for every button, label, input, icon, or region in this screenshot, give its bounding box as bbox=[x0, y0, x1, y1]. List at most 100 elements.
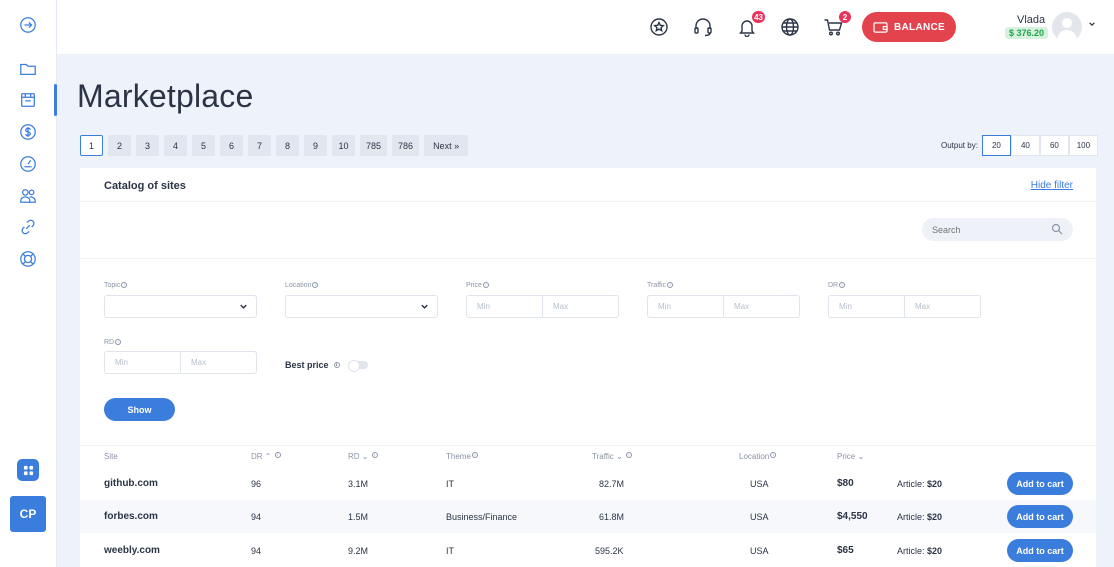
location-select[interactable] bbox=[285, 295, 438, 318]
output-option-20[interactable]: 20 bbox=[981, 135, 1011, 156]
lifebuoy-icon[interactable] bbox=[17, 248, 39, 270]
page-button-10[interactable]: 10 bbox=[332, 135, 355, 156]
next-page-button[interactable]: Next » bbox=[424, 135, 469, 156]
headset-icon[interactable] bbox=[691, 15, 715, 39]
page-button-785[interactable]: 785 bbox=[360, 135, 388, 156]
divider bbox=[80, 258, 1096, 259]
dr-max-input[interactable]: Max bbox=[904, 296, 980, 317]
dr-range: Min Max bbox=[828, 295, 981, 318]
top-header: 43 2 BALANCE Vlada $ 376.20 bbox=[57, 0, 1114, 54]
page-button-3[interactable]: 3 bbox=[136, 135, 159, 156]
bell-icon[interactable]: 43 bbox=[735, 11, 765, 39]
page-button-5[interactable]: 5 bbox=[192, 135, 215, 156]
page-button-9[interactable]: 9 bbox=[304, 135, 327, 156]
traffic-range: Min Max bbox=[647, 295, 800, 318]
cart-icon[interactable]: 2 bbox=[821, 11, 851, 39]
add-to-cart-button[interactable]: Add to cart bbox=[1007, 472, 1073, 495]
output-option-60[interactable]: 60 bbox=[1039, 135, 1069, 156]
location-label: Location i bbox=[285, 282, 319, 289]
globe-icon[interactable] bbox=[778, 15, 802, 39]
header-site[interactable]: Site bbox=[104, 452, 118, 461]
info-icon: i bbox=[667, 282, 674, 288]
header-dr[interactable]: DR ⌃ i bbox=[251, 452, 281, 461]
search-box bbox=[922, 218, 1073, 241]
gauge-icon[interactable] bbox=[17, 153, 39, 175]
article-cell: Article: $20 bbox=[897, 546, 943, 556]
site-cell[interactable]: github.com bbox=[104, 478, 158, 489]
traffic-label: Traffic i bbox=[647, 282, 674, 289]
pagination: 1 2 3 4 5 6 7 8 9 10 785 786 Next » bbox=[80, 135, 469, 156]
location-cell: USA bbox=[750, 512, 769, 522]
page-title: Marketplace bbox=[77, 78, 254, 114]
traffic-cell: 61.8M bbox=[599, 512, 625, 522]
cp-button[interactable]: CP bbox=[10, 496, 46, 532]
info-icon: i bbox=[839, 282, 846, 288]
header-location[interactable]: Location i bbox=[739, 452, 777, 461]
dr-cell: 96 bbox=[251, 479, 262, 489]
header-theme[interactable]: Theme i bbox=[446, 452, 478, 461]
table-row: weebly.com 94 9.2M IT 595.2K USA $65 Art… bbox=[80, 534, 1096, 567]
output-option-40[interactable]: 40 bbox=[1010, 135, 1040, 156]
rd-max-input[interactable]: Max bbox=[180, 352, 256, 373]
folder-icon[interactable] bbox=[17, 58, 39, 80]
dollar-icon[interactable] bbox=[17, 121, 39, 143]
price-max-input[interactable]: Max bbox=[542, 296, 618, 317]
info-icon: i bbox=[482, 282, 489, 288]
hide-filter-link[interactable]: Hide filter bbox=[1031, 180, 1073, 191]
page-button-1[interactable]: 1 bbox=[80, 135, 103, 156]
rd-cell: 1.5M bbox=[348, 512, 369, 522]
search-icon[interactable] bbox=[1051, 223, 1063, 235]
page-button-6[interactable]: 6 bbox=[220, 135, 243, 156]
collapse-arrow-icon[interactable] bbox=[17, 14, 39, 36]
location-cell: USA bbox=[750, 546, 769, 556]
add-to-cart-button[interactable]: Add to cart bbox=[1007, 505, 1073, 528]
link-icon[interactable] bbox=[17, 216, 39, 238]
balance-button[interactable]: BALANCE bbox=[862, 12, 956, 42]
star-chat-icon[interactable] bbox=[647, 15, 671, 39]
dr-cell: 94 bbox=[251, 512, 262, 522]
site-cell[interactable]: forbes.com bbox=[104, 511, 158, 522]
best-price-toggle[interactable] bbox=[347, 360, 368, 372]
avatar[interactable] bbox=[1052, 12, 1082, 42]
dr-min-input[interactable]: Min bbox=[829, 296, 904, 317]
dr-cell: 94 bbox=[251, 546, 262, 556]
traffic-min-input[interactable]: Min bbox=[648, 296, 723, 317]
info-icon: i bbox=[770, 452, 777, 458]
page-button-4[interactable]: 4 bbox=[164, 135, 187, 156]
wallet-icon bbox=[873, 21, 888, 33]
traffic-max-input[interactable]: Max bbox=[723, 296, 799, 317]
show-button[interactable]: Show bbox=[104, 398, 175, 421]
traffic-cell: 595.2K bbox=[595, 546, 624, 556]
apps-grid-icon[interactable] bbox=[17, 459, 39, 481]
page-button-2[interactable]: 2 bbox=[108, 135, 131, 156]
price-min-input[interactable]: Min bbox=[467, 296, 542, 317]
header-price[interactable]: Price ⌄ bbox=[837, 452, 864, 461]
table-header: Site DR ⌃ i RD ⌄ i Theme i Traffic ⌄ i Lo… bbox=[80, 445, 1096, 466]
info-icon: i bbox=[115, 339, 122, 345]
page-button-7[interactable]: 7 bbox=[248, 135, 271, 156]
output-by-selector: Output by: 20 40 60 100 bbox=[941, 135, 1098, 156]
search-input[interactable] bbox=[932, 224, 1042, 235]
output-option-100[interactable]: 100 bbox=[1068, 135, 1098, 156]
topic-select[interactable] bbox=[104, 295, 257, 318]
info-icon: i bbox=[625, 452, 632, 458]
traffic-cell: 82.7M bbox=[599, 479, 625, 489]
page-button-8[interactable]: 8 bbox=[276, 135, 299, 156]
chevron-down-icon[interactable] bbox=[1088, 20, 1096, 31]
info-icon: i bbox=[371, 452, 378, 458]
page-button-786[interactable]: 786 bbox=[392, 135, 420, 156]
divider bbox=[80, 201, 1096, 202]
price-cell: $80 bbox=[837, 478, 854, 489]
header-traffic[interactable]: Traffic ⌄ i bbox=[592, 452, 632, 461]
store-icon[interactable] bbox=[17, 89, 39, 111]
user-balance-badge: $ 376.20 bbox=[1005, 27, 1049, 39]
users-icon[interactable] bbox=[17, 185, 39, 207]
add-to-cart-button[interactable]: Add to cart bbox=[1007, 539, 1073, 562]
theme-cell: IT bbox=[446, 546, 454, 556]
header-rd[interactable]: RD ⌄ i bbox=[348, 452, 378, 461]
user-name: Vlada bbox=[1017, 14, 1046, 26]
rd-min-input[interactable]: Min bbox=[105, 352, 180, 373]
cart-badge: 2 bbox=[839, 11, 851, 23]
site-cell[interactable]: weebly.com bbox=[104, 545, 160, 556]
catalog-title: Catalog of sites bbox=[104, 180, 186, 192]
